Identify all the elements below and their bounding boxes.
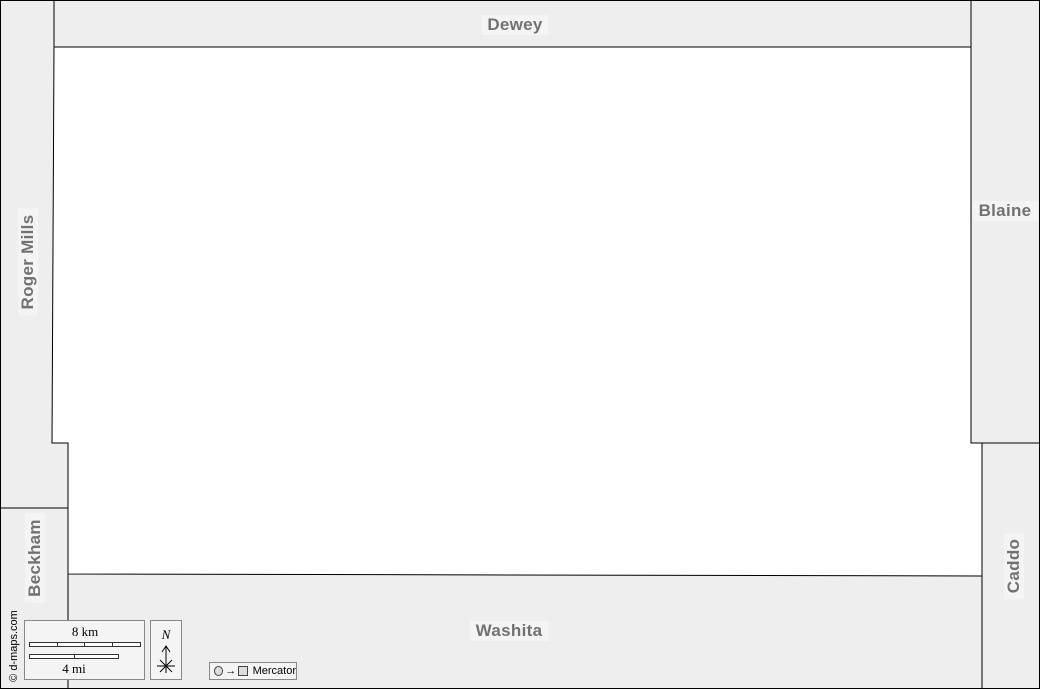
- scale-mi-bar: [29, 654, 119, 659]
- north-arrow-icon: [157, 645, 175, 673]
- projection-note: → Mercator: [209, 662, 297, 680]
- copyright-text: © d-maps.com: [8, 610, 20, 682]
- scale-km-label: 8 km: [71, 624, 99, 639]
- arrow-right-icon: →: [225, 664, 237, 677]
- county-label-west-lower: Beckham: [25, 513, 45, 603]
- projection-label: Mercator: [252, 665, 296, 677]
- north-arrow: N: [150, 620, 182, 680]
- scale-km-bar: [29, 642, 141, 647]
- scale-mi-label: 4 mi: [62, 661, 86, 676]
- scale-bar: 8 km 4 mi: [24, 620, 145, 680]
- focus-county: [51, 46, 983, 577]
- projection-icon: [214, 666, 224, 676]
- county-label-east-lower: Caddo: [1004, 532, 1024, 600]
- county-label-west-upper: Roger Mills: [18, 208, 38, 316]
- county-label-south: Washita: [469, 621, 549, 641]
- map-frame: Dewey Blaine Caddo Washita Roger Mills B…: [0, 0, 1040, 689]
- county-map: [1, 1, 1039, 688]
- square-icon: [238, 666, 248, 676]
- county-label-north: Dewey: [481, 15, 549, 35]
- county-label-east-upper: Blaine: [972, 201, 1038, 221]
